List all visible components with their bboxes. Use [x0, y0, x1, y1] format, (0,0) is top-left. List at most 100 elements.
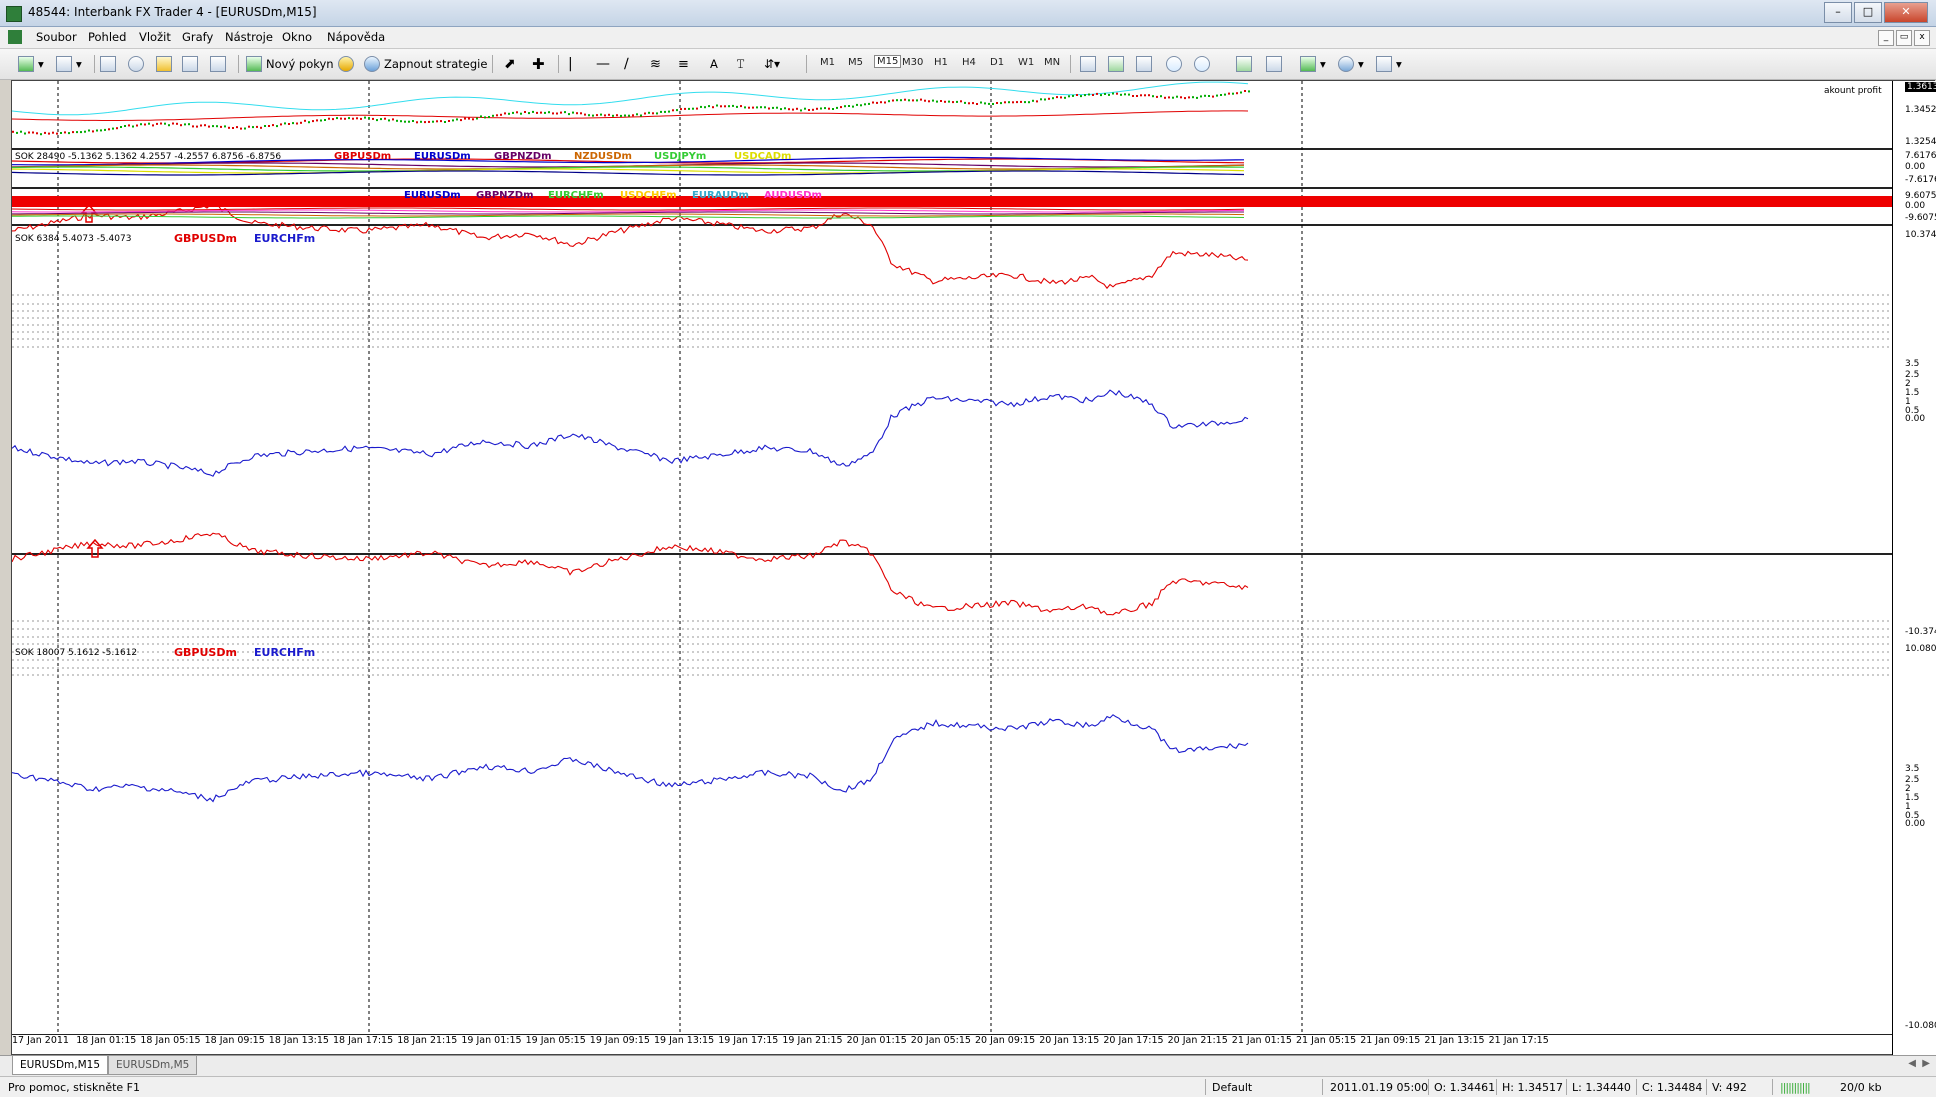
connection-bars-icon: |||||||||||	[1780, 1081, 1811, 1094]
candle	[36, 132, 38, 135]
candle	[1048, 97, 1050, 100]
status-volume: V: 492	[1712, 1081, 1747, 1094]
candle	[504, 112, 506, 115]
candle	[868, 102, 870, 105]
profiles-button[interactable]: ▾	[56, 54, 82, 74]
price-axis[interactable]	[1892, 81, 1936, 1056]
tf-h1[interactable]: H1	[934, 57, 948, 68]
maximize-button[interactable]: □	[1854, 2, 1882, 23]
candle	[736, 105, 738, 108]
candle	[552, 112, 554, 115]
candle	[352, 117, 354, 120]
candlestick-icon[interactable]	[1108, 54, 1128, 74]
mdi-minimize-button[interactable]: _	[1878, 30, 1894, 46]
candle	[132, 125, 134, 128]
tf-m15[interactable]: M15	[874, 55, 902, 68]
candle	[556, 112, 558, 115]
chart-shift-icon[interactable]	[1266, 54, 1286, 74]
terminal-button[interactable]	[182, 54, 202, 74]
candle	[1156, 95, 1158, 98]
candle	[340, 117, 342, 120]
text-tool-button[interactable]: A	[710, 54, 718, 74]
candle	[80, 131, 82, 134]
candle	[808, 109, 810, 111]
channel-icon[interactable]: ≋	[650, 54, 661, 74]
status-profile: Default	[1212, 1081, 1253, 1094]
candle	[360, 117, 362, 120]
tab-eurusd-m15[interactable]: EURUSDm,M15	[12, 1056, 109, 1075]
candle	[280, 123, 282, 126]
candle	[920, 98, 922, 101]
tester-button[interactable]	[210, 54, 230, 74]
scroll-tabs-left-icon[interactable]: ◀	[1908, 1058, 1916, 1069]
crosshair-icon[interactable]: ✚	[532, 54, 545, 74]
menu-soubor[interactable]: Soubor	[36, 30, 77, 44]
scroll-tabs-right-icon[interactable]: ▶	[1922, 1058, 1930, 1069]
candle	[264, 125, 266, 127]
arrows-icon[interactable]: ⇵▾	[764, 54, 780, 74]
tf-d1[interactable]: D1	[990, 57, 1004, 68]
indicators-icon[interactable]: ▾	[1300, 54, 1326, 74]
menu-nastroje[interactable]: Nástroje	[225, 30, 273, 44]
menu-napoveda[interactable]: Nápověda	[327, 30, 385, 44]
status-help: Pro pomoc, stiskněte F1	[8, 1081, 140, 1094]
candle	[648, 111, 650, 114]
periods-clock-icon[interactable]: ▾	[1338, 54, 1364, 74]
tf-mn[interactable]: MN	[1044, 57, 1060, 68]
mdi-close-button[interactable]: x	[1914, 30, 1930, 46]
candle	[576, 112, 578, 115]
fibonacci-icon[interactable]: ≡	[678, 54, 689, 74]
candle	[448, 120, 450, 122]
tf-h4[interactable]: H4	[962, 57, 976, 68]
tf-m1[interactable]: M1	[820, 57, 835, 68]
tf-m5[interactable]: M5	[848, 57, 863, 68]
menu-grafy[interactable]: Grafy	[182, 30, 213, 44]
ind3-ylabel-max: 10.3743	[1905, 230, 1936, 240]
chart-window[interactable]: akount profit 1.36131 1.34520 1.32540 SO…	[11, 80, 1936, 1056]
menu-vlozit[interactable]: Vložit	[139, 30, 171, 44]
candle	[688, 107, 690, 110]
candle	[988, 102, 990, 105]
tf-m30[interactable]: M30	[902, 57, 923, 68]
candle	[28, 131, 30, 134]
time-label: 18 Jan 17:15	[333, 1035, 394, 1046]
candle	[1184, 97, 1186, 100]
horizontal-line-icon[interactable]: —	[596, 54, 610, 74]
close-button[interactable]: ✕	[1884, 2, 1928, 23]
navigator-button[interactable]	[156, 54, 176, 74]
strategy-toggle-button[interactable]: Zapnout strategie	[364, 54, 487, 74]
candle	[620, 114, 622, 117]
candle	[124, 125, 126, 127]
cursor-icon[interactable]: ⬈	[504, 54, 516, 74]
metaeditor-button[interactable]	[338, 54, 358, 74]
bar-chart-icon[interactable]	[1080, 54, 1100, 74]
trendline-icon[interactable]: ∕	[624, 54, 629, 74]
symbol-label: GBPUSDm	[334, 151, 392, 162]
data-window-button[interactable]	[128, 54, 148, 74]
market-watch-button[interactable]	[100, 54, 120, 74]
text-label-icon[interactable]: 𝚃	[736, 54, 745, 74]
zoom-out-icon[interactable]	[1194, 54, 1214, 74]
candle	[1084, 94, 1086, 97]
templates-icon[interactable]: ▾	[1376, 54, 1402, 74]
line-chart-icon[interactable]	[1136, 54, 1156, 74]
candle	[292, 122, 294, 125]
vertical-line-icon[interactable]: |	[568, 54, 573, 74]
minimize-button[interactable]: –	[1824, 2, 1852, 23]
chart-icon	[8, 30, 22, 44]
candle	[1208, 95, 1210, 97]
candle	[220, 125, 222, 128]
candle	[592, 114, 594, 117]
menu-pohled[interactable]: Pohled	[88, 30, 126, 44]
menu-okno[interactable]: Okno	[282, 30, 312, 44]
new-order-button[interactable]: Nový pokyn	[246, 54, 334, 74]
candle	[84, 130, 86, 133]
zoom-in-icon[interactable]	[1166, 54, 1186, 74]
mdi-restore-button[interactable]: ▭	[1896, 30, 1912, 46]
time-label: 19 Jan 05:15	[525, 1035, 586, 1046]
tab-eurusd-m5[interactable]: EURUSDm,M5	[108, 1056, 198, 1075]
tf-w1[interactable]: W1	[1018, 57, 1034, 68]
new-chart-button[interactable]: ▾	[18, 54, 44, 74]
autoscroll-icon[interactable]	[1236, 54, 1256, 74]
candle	[1148, 94, 1150, 97]
